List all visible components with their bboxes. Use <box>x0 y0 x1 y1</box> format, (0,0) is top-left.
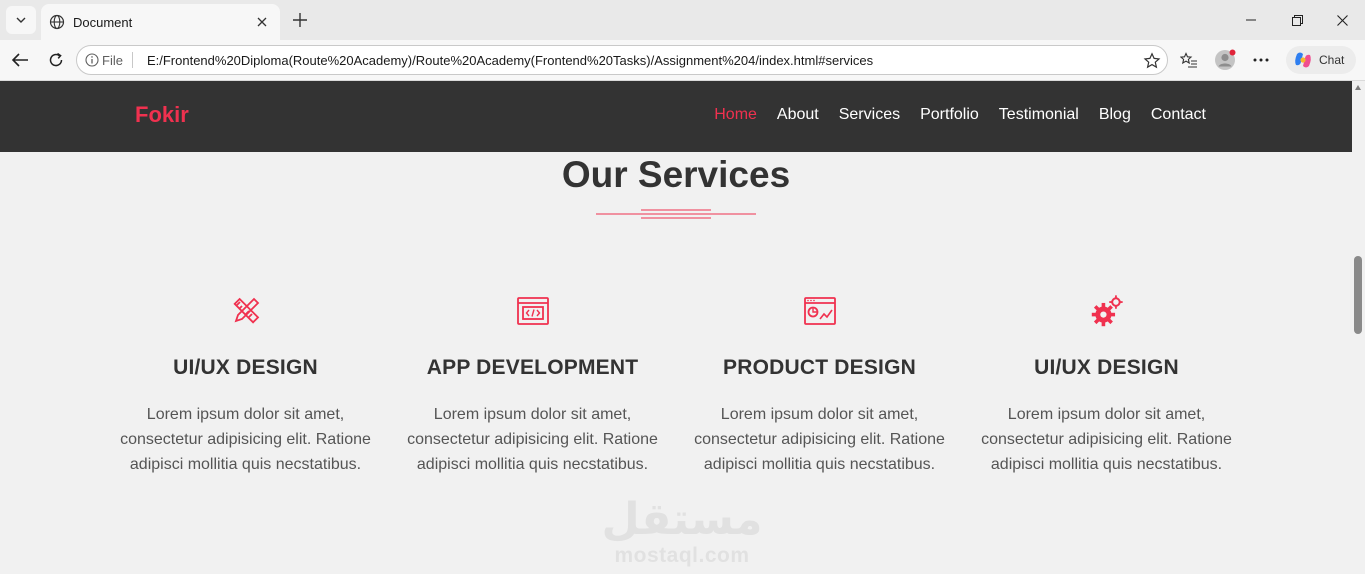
close-window-button[interactable] <box>1319 0 1365 40</box>
plus-icon <box>293 13 307 27</box>
profile-button[interactable] <box>1210 46 1240 74</box>
favorites-button[interactable] <box>1174 46 1204 74</box>
browser-tab-strip: Document <box>0 0 1365 40</box>
service-title: APP DEVELOPMENT <box>426 356 639 379</box>
service-description: Lorem ipsum dolor sit amet, consectetur … <box>981 406 1232 473</box>
chart-window-icon <box>803 294 837 328</box>
site-info-chip[interactable]: File <box>85 52 133 68</box>
page-viewport: Fokir Home About Services Portfolio Test… <box>0 81 1352 574</box>
back-button[interactable] <box>5 46 35 74</box>
watermark-arabic: مستقل <box>601 494 763 545</box>
restore-button[interactable] <box>1274 0 1320 40</box>
title-divider <box>596 209 756 219</box>
pencil-ruler-icon <box>229 294 263 328</box>
avatar-icon <box>1215 49 1236 70</box>
nav-link-services[interactable]: Services <box>839 106 900 124</box>
code-window-icon <box>516 294 550 328</box>
browser-tab[interactable]: Document <box>41 4 280 40</box>
nav-link-about[interactable]: About <box>777 106 819 124</box>
nav-link-portfolio[interactable]: Portfolio <box>920 106 979 124</box>
watermark: مستقل mostaql.com <box>602 496 763 568</box>
service-description: Lorem ipsum dolor sit amet, consectetur … <box>120 406 371 473</box>
nav-link-home[interactable]: Home <box>714 106 757 124</box>
copilot-chat-button[interactable]: Chat <box>1286 46 1356 74</box>
scroll-up-arrow-icon[interactable] <box>1355 85 1361 90</box>
service-title: UI/UX DESIGN <box>173 356 318 379</box>
service-title: PRODUCT DESIGN <box>723 356 916 379</box>
section-title: Our Services <box>561 154 791 195</box>
scrollbar-thumb[interactable] <box>1354 256 1362 334</box>
services-grid: UI/UX DESIGN Lorem ipsum dolor sit amet,… <box>102 294 1250 477</box>
minimize-button[interactable] <box>1228 0 1274 40</box>
brand-logo[interactable]: Fokir <box>135 102 189 128</box>
close-tab-icon[interactable] <box>254 14 270 30</box>
main-menu: Home About Services Portfolio Testimonia… <box>714 106 1206 124</box>
nav-link-blog[interactable]: Blog <box>1099 106 1131 124</box>
favorite-star-icon[interactable] <box>1143 52 1161 70</box>
info-icon <box>85 53 99 67</box>
minimize-icon <box>1246 19 1256 21</box>
address-bar[interactable]: File E:/Frontend%20Diploma(Route%20Acade… <box>76 45 1168 75</box>
close-icon <box>1336 14 1348 26</box>
reload-icon <box>49 52 63 67</box>
copilot-icon <box>1295 52 1311 68</box>
url-text[interactable]: E:/Frontend%20Diploma(Route%20Academy)/R… <box>147 53 873 68</box>
vertical-scrollbar[interactable] <box>1352 81 1365 574</box>
chat-label: Chat <box>1319 53 1345 67</box>
service-description: Lorem ipsum dolor sit amet, consectetur … <box>407 406 658 473</box>
site-navbar: Fokir Home About Services Portfolio Test… <box>0 81 1352 152</box>
favorites-list-icon <box>1180 52 1197 68</box>
more-options-button[interactable] <box>1246 46 1276 74</box>
new-tab-button[interactable] <box>286 6 314 34</box>
arrow-left-icon <box>11 53 28 67</box>
tab-list-button[interactable] <box>6 6 36 34</box>
gears-icon <box>1090 294 1124 328</box>
nav-link-testimonial[interactable]: Testimonial <box>999 106 1079 124</box>
address-toolbar: File E:/Frontend%20Diploma(Route%20Acade… <box>0 40 1365 81</box>
globe-icon <box>49 14 65 30</box>
service-card: UI/UX DESIGN Lorem ipsum dolor sit amet,… <box>102 294 389 477</box>
service-title: UI/UX DESIGN <box>1034 356 1179 379</box>
chevron-down-icon <box>16 17 26 23</box>
tab-title: Document <box>73 14 133 30</box>
watermark-latin: mostaql.com <box>614 544 750 567</box>
file-label: File <box>102 52 123 68</box>
restore-icon <box>1291 14 1303 26</box>
nav-link-contact[interactable]: Contact <box>1151 106 1206 124</box>
service-description: Lorem ipsum dolor sit amet, consectetur … <box>694 406 945 473</box>
more-horizontal-icon <box>1253 58 1269 62</box>
reload-button[interactable] <box>41 46 71 74</box>
service-card: UI/UX DESIGN Lorem ipsum dolor sit amet,… <box>963 294 1250 477</box>
service-card: APP DEVELOPMENT Lorem ipsum dolor sit am… <box>389 294 676 477</box>
service-card: PRODUCT DESIGN Lorem ipsum dolor sit ame… <box>676 294 963 477</box>
